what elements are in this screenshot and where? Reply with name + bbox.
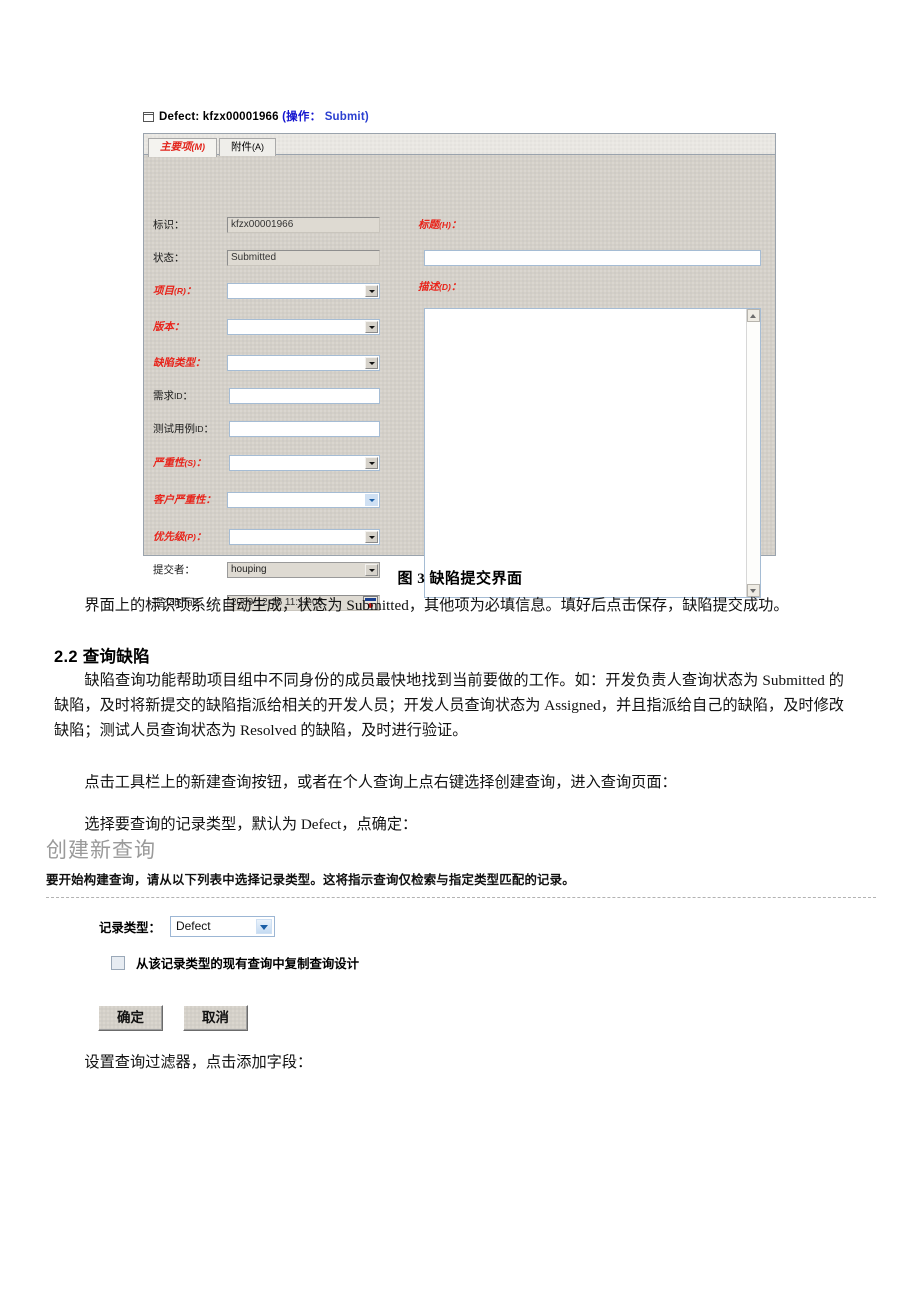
- cancel-button[interactable]: 取消: [183, 1005, 248, 1031]
- paragraph-1: 界面上的标识项系统自动生成，状态为 Submitted，其他项为必填信息。填好后…: [84, 597, 789, 614]
- field-customer-severity[interactable]: [227, 492, 380, 508]
- copy-query-design-checkbox[interactable]: [111, 956, 125, 970]
- chevron-down-icon[interactable]: [365, 457, 378, 469]
- window-title-prefix: Defect:: [159, 111, 200, 123]
- paragraph-4: 选择要查询的记录类型，默认为 Defect，点确定：: [84, 816, 418, 833]
- paragraph-2: 缺陷查询功能帮助项目组中不同身份的成员最快地找到当前要做的工作。如：开发负责人查…: [54, 672, 844, 739]
- label-identifier: 标识：: [153, 219, 185, 231]
- label-testcase-id: 测试用例ID：: [153, 423, 214, 435]
- field-defect-type[interactable]: [227, 355, 380, 371]
- label-requirement-id: 需求ID：: [153, 390, 193, 402]
- create-query-screenshot: 创建新查询 要开始构建查询，请从以下列表中选择记录类型。这将指示查询仅检索与指定…: [46, 838, 876, 1031]
- tab-main-items-mnemonic: (M): [191, 142, 206, 152]
- field-project[interactable]: [227, 283, 380, 299]
- divider: [46, 897, 876, 899]
- form-body: 标识： kfzx00001966 状态： Submitted 项目(R)： 版本…: [144, 155, 775, 611]
- section-heading-2-2: 2.2 查询缺陷: [54, 648, 150, 666]
- operation-label: (操作：: [282, 111, 322, 123]
- scroll-up-icon[interactable]: [747, 309, 760, 322]
- defect-submit-screenshot: Defect: kfzx00001966 (操作： Submit) 主要项(M)…: [143, 108, 776, 611]
- description-scrollbar[interactable]: [746, 309, 760, 597]
- label-title: 标题(H)：: [418, 219, 462, 231]
- label-project: 项目(R)：: [153, 285, 197, 297]
- window-titlebar: Defect: kfzx00001966 (操作： Submit): [143, 108, 776, 124]
- field-description[interactable]: [424, 308, 761, 598]
- record-type-select[interactable]: Defect: [169, 916, 275, 937]
- field-severity[interactable]: [229, 455, 380, 471]
- create-query-title: 创建新查询: [46, 839, 156, 862]
- chevron-down-icon[interactable]: [365, 321, 378, 333]
- window-icon: [143, 111, 154, 122]
- field-priority[interactable]: [229, 529, 380, 545]
- paragraph-5: 设置查询过滤器，点击添加字段：: [84, 1054, 313, 1071]
- record-type-label: 记录类型：: [99, 920, 161, 935]
- copy-query-design-checkbox-row[interactable]: 从该记录类型的现有查询中复制查询设计: [46, 954, 876, 972]
- label-customer-severity: 客户严重性：: [153, 494, 216, 506]
- chevron-down-icon[interactable]: [365, 494, 378, 506]
- dialog-buttons: 确定 取消: [98, 1005, 876, 1031]
- label-version: 版本：: [153, 321, 185, 333]
- label-defect-type: 缺陷类型：: [153, 357, 206, 369]
- record-type-row: 记录类型： Defect: [46, 916, 876, 937]
- chevron-down-icon[interactable]: [365, 285, 378, 297]
- copy-query-design-label: 从该记录类型的现有查询中复制查询设计: [136, 957, 360, 971]
- field-title[interactable]: [424, 250, 761, 266]
- tab-attachments-label: 附件: [231, 141, 252, 153]
- window-record-id: kfzx00001966: [202, 111, 279, 123]
- tab-attachments[interactable]: 附件(A): [219, 138, 276, 156]
- tab-attachments-mnemonic: (A): [252, 142, 264, 152]
- paragraph-3: 点击工具栏上的新建查询按钮，或者在个人查询上点右键选择创建查询，进入查询页面：: [84, 774, 677, 791]
- chevron-down-icon[interactable]: [365, 357, 378, 369]
- label-description: 描述(D)：: [418, 281, 462, 293]
- record-type-value: Defect: [175, 919, 211, 933]
- figure-caption: 图 3 缺陷提交界面: [397, 571, 523, 587]
- field-version[interactable]: [227, 319, 380, 335]
- label-severity: 严重性(S)：: [153, 457, 207, 469]
- field-identifier: kfzx00001966: [227, 217, 380, 233]
- defect-form-panel: 主要项(M) 附件(A) 标识： kfzx00001966 状态： Submitt…: [143, 133, 776, 611]
- tab-strip: 主要项(M) 附件(A): [144, 134, 775, 157]
- field-requirement-id[interactable]: [229, 388, 380, 404]
- ok-button[interactable]: 确定: [98, 1005, 163, 1031]
- label-status: 状态：: [153, 252, 185, 264]
- label-priority: 优先级(P)：: [153, 531, 207, 543]
- tab-main-items-label: 主要项: [160, 141, 192, 153]
- chevron-down-icon[interactable]: [365, 531, 378, 543]
- field-testcase-id[interactable]: [229, 421, 380, 437]
- chevron-down-icon[interactable]: [255, 919, 272, 934]
- field-status: Submitted: [227, 250, 380, 266]
- create-query-description: 要开始构建查询，请从以下列表中选择记录类型。这将指示查询仅检索与指定类型匹配的记…: [46, 873, 575, 887]
- operation-value[interactable]: Submit): [325, 111, 369, 123]
